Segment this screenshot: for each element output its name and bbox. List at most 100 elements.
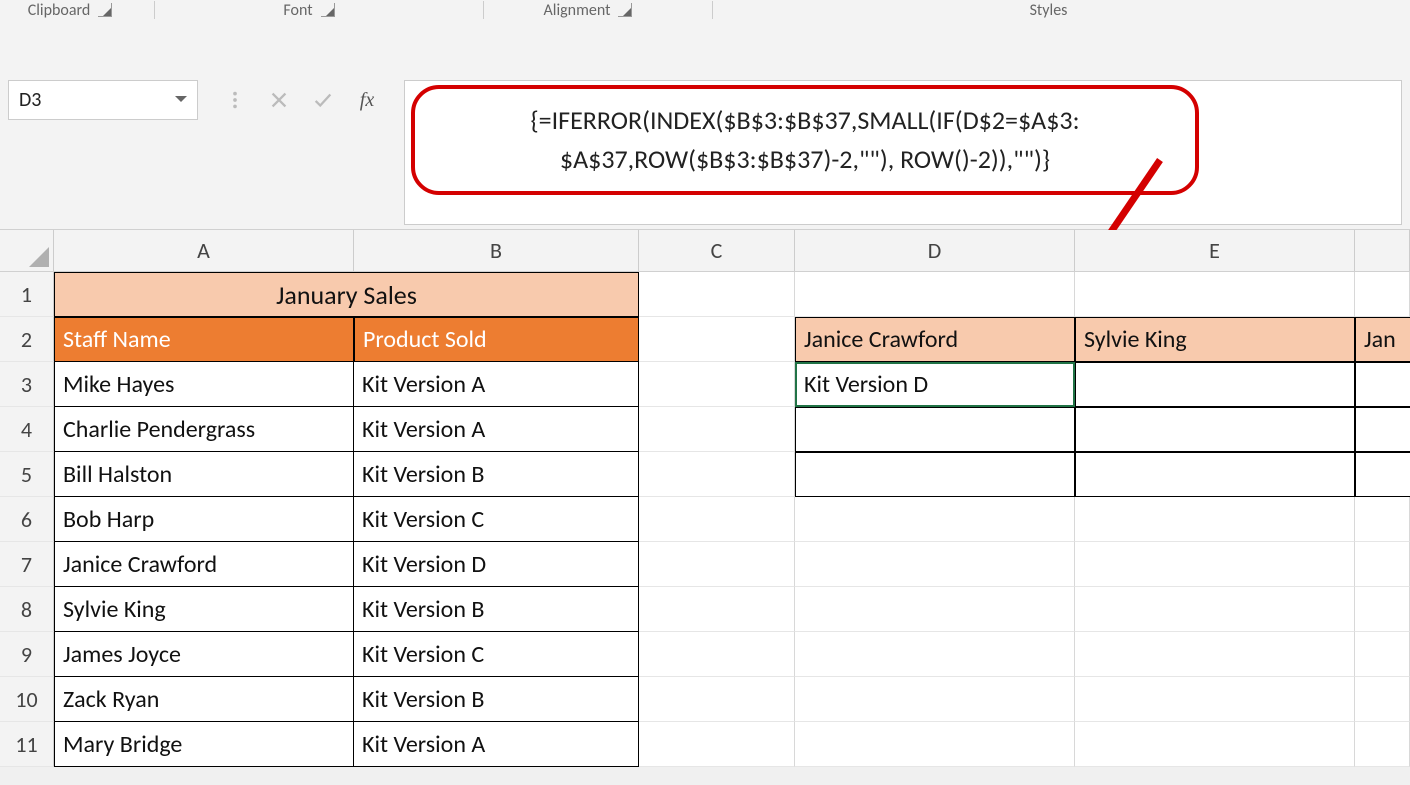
col-header-F[interactable] (1355, 230, 1410, 271)
cell-E8[interactable] (1075, 587, 1355, 632)
cell-A8[interactable]: Sylvie King (54, 587, 354, 632)
row-header[interactable]: 5 (0, 452, 54, 497)
cancel-icon[interactable] (266, 87, 292, 113)
cell-E1[interactable] (1075, 272, 1355, 317)
cell-F11[interactable] (1355, 722, 1410, 767)
ribbon-group-alignment: Alignment (544, 1, 611, 20)
dialog-launcher-icon[interactable] (98, 3, 112, 17)
cell-D9[interactable] (795, 632, 1075, 677)
cell-F2[interactable]: Jan (1355, 317, 1410, 362)
cell-C2[interactable] (639, 317, 795, 362)
cell-D4[interactable] (795, 407, 1075, 452)
cell-A3[interactable]: Mike Hayes (54, 362, 354, 407)
select-all-corner[interactable] (0, 230, 54, 271)
chevron-down-icon[interactable] (175, 96, 187, 108)
cell-C4[interactable] (639, 407, 795, 452)
col-header-A[interactable]: A (54, 230, 354, 271)
formula-bar: D3 fx {=IFERROR(INDEX($B$3:$B$37,SMALL(I… (0, 20, 1410, 230)
row-header[interactable]: 11 (0, 722, 54, 767)
cell-F6[interactable] (1355, 497, 1410, 542)
cell-D10[interactable] (795, 677, 1075, 722)
cell-E6[interactable] (1075, 497, 1355, 542)
cell-E2[interactable]: Sylvie King (1075, 317, 1355, 362)
cell-A6[interactable]: Bob Harp (54, 497, 354, 542)
cell-D8[interactable] (795, 587, 1075, 632)
cell-F5[interactable] (1355, 452, 1410, 497)
dialog-launcher-icon[interactable] (618, 3, 632, 17)
row-header[interactable]: 8 (0, 587, 54, 632)
cell-B6[interactable]: Kit Version C (354, 497, 639, 542)
col-header-C[interactable]: C (639, 230, 795, 271)
cell-F4[interactable] (1355, 407, 1410, 452)
row-header[interactable]: 9 (0, 632, 54, 677)
col-header-B[interactable]: B (354, 230, 639, 271)
cell-A2[interactable]: Staff Name (54, 317, 354, 362)
cell-E10[interactable] (1075, 677, 1355, 722)
cell-A1-merged[interactable]: January Sales (54, 272, 639, 317)
formula-input[interactable]: {=IFERROR(INDEX($B$3:$B$37,SMALL(IF(D$2=… (404, 80, 1402, 225)
formula-text-line1: {=IFERROR(INDEX($B$3:$B$37,SMALL(IF(D$2=… (445, 101, 1165, 140)
cell-D7[interactable] (795, 542, 1075, 587)
dialog-launcher-icon[interactable] (321, 3, 335, 17)
cell-C3[interactable] (639, 362, 795, 407)
cell-F1[interactable] (1355, 272, 1410, 317)
name-box[interactable]: D3 (8, 80, 198, 120)
cell-B11[interactable]: Kit Version A (354, 722, 639, 767)
spreadsheet-grid[interactable]: A B C D E 1 January Sales 2 Staff Name P… (0, 230, 1410, 767)
cell-E3[interactable] (1075, 362, 1355, 407)
row-header[interactable]: 6 (0, 497, 54, 542)
enter-icon[interactable] (310, 87, 336, 113)
cell-C7[interactable] (639, 542, 795, 587)
cell-C1[interactable] (639, 272, 795, 317)
cell-C10[interactable] (639, 677, 795, 722)
cell-C6[interactable] (639, 497, 795, 542)
cell-D2[interactable]: Janice Crawford (795, 317, 1075, 362)
cell-B4[interactable]: Kit Version A (354, 407, 639, 452)
cell-A11[interactable]: Mary Bridge (54, 722, 354, 767)
row-header[interactable]: 4 (0, 407, 54, 452)
row-header[interactable]: 7 (0, 542, 54, 587)
cell-B8[interactable]: Kit Version B (354, 587, 639, 632)
cell-E9[interactable] (1075, 632, 1355, 677)
cell-D3[interactable]: Kit Version D (795, 362, 1075, 407)
cell-F8[interactable] (1355, 587, 1410, 632)
column-headers: A B C D E (0, 230, 1410, 272)
cell-B2[interactable]: Product Sold (354, 317, 639, 362)
cell-C11[interactable] (639, 722, 795, 767)
cell-B9[interactable]: Kit Version C (354, 632, 639, 677)
col-header-D[interactable]: D (795, 230, 1075, 271)
cell-D1[interactable] (795, 272, 1075, 317)
cell-A9[interactable]: James Joyce (54, 632, 354, 677)
row-header[interactable]: 1 (0, 272, 54, 317)
cell-D5[interactable] (795, 452, 1075, 497)
insert-function-button[interactable]: fx (354, 87, 380, 113)
cell-B5[interactable]: Kit Version B (354, 452, 639, 497)
cell-D11[interactable] (795, 722, 1075, 767)
cell-A4[interactable]: Charlie Pendergrass (54, 407, 354, 452)
cell-E5[interactable] (1075, 452, 1355, 497)
cell-F3[interactable] (1355, 362, 1410, 407)
cell-C5[interactable] (639, 452, 795, 497)
cell-B3[interactable]: Kit Version A (354, 362, 639, 407)
cell-A7[interactable]: Janice Crawford (54, 542, 354, 587)
cell-A10[interactable]: Zack Ryan (54, 677, 354, 722)
cell-F10[interactable] (1355, 677, 1410, 722)
row-header[interactable]: 3 (0, 362, 54, 407)
row-header[interactable]: 2 (0, 317, 54, 362)
cell-F9[interactable] (1355, 632, 1410, 677)
cell-E7[interactable] (1075, 542, 1355, 587)
cell-C9[interactable] (639, 632, 795, 677)
col-header-E[interactable]: E (1075, 230, 1355, 271)
more-icon[interactable] (222, 87, 248, 113)
cell-E4[interactable] (1075, 407, 1355, 452)
cell-F7[interactable] (1355, 542, 1410, 587)
cell-A5[interactable]: Bill Halston (54, 452, 354, 497)
cell-B10[interactable]: Kit Version B (354, 677, 639, 722)
cell-C8[interactable] (639, 587, 795, 632)
ribbon-group-labels: Clipboard Font Alignment Styles (0, 0, 1410, 20)
row-header[interactable]: 10 (0, 677, 54, 722)
name-box-value: D3 (19, 88, 41, 112)
cell-E11[interactable] (1075, 722, 1355, 767)
cell-B7[interactable]: Kit Version D (354, 542, 639, 587)
cell-D6[interactable] (795, 497, 1075, 542)
